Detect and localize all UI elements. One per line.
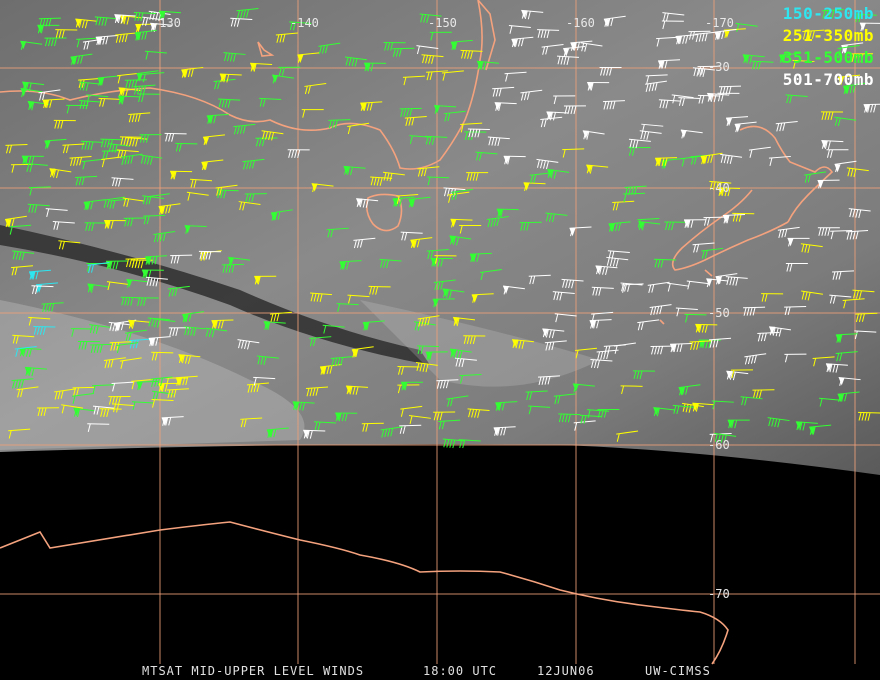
source: UW-CIMSS: [645, 664, 711, 678]
longitude-label: -130: [152, 16, 181, 30]
latitude-label: -70: [708, 587, 730, 601]
longitude-label: -160: [566, 16, 595, 30]
satellite-wind-map: [0, 0, 880, 665]
latitude-label: -50: [708, 306, 730, 320]
coastline-segment: [0, 521, 729, 665]
longitude-label: -150: [428, 16, 457, 30]
latitude-label: -60: [708, 438, 730, 452]
legend-item: 501-700mb: [782, 70, 874, 89]
latitude-label: -40: [708, 181, 730, 195]
product-name: MTSAT MID-UPPER LEVEL WINDS: [142, 664, 365, 678]
latitude-label: -30: [708, 60, 730, 74]
date: 12JUN06: [537, 664, 595, 678]
longitude-label: -140: [290, 16, 319, 30]
legend-item: 150-250mb: [782, 4, 874, 23]
longitude-label: -170: [705, 16, 734, 30]
legend-item: 251-350mb: [782, 26, 874, 45]
valid-time: 18:00 UTC: [423, 664, 498, 678]
footer-caption: MTSAT MID-UPPER LEVEL WINDS 18:00 UTC 12…: [0, 664, 880, 680]
legend-item: 351-500mb: [782, 48, 874, 67]
